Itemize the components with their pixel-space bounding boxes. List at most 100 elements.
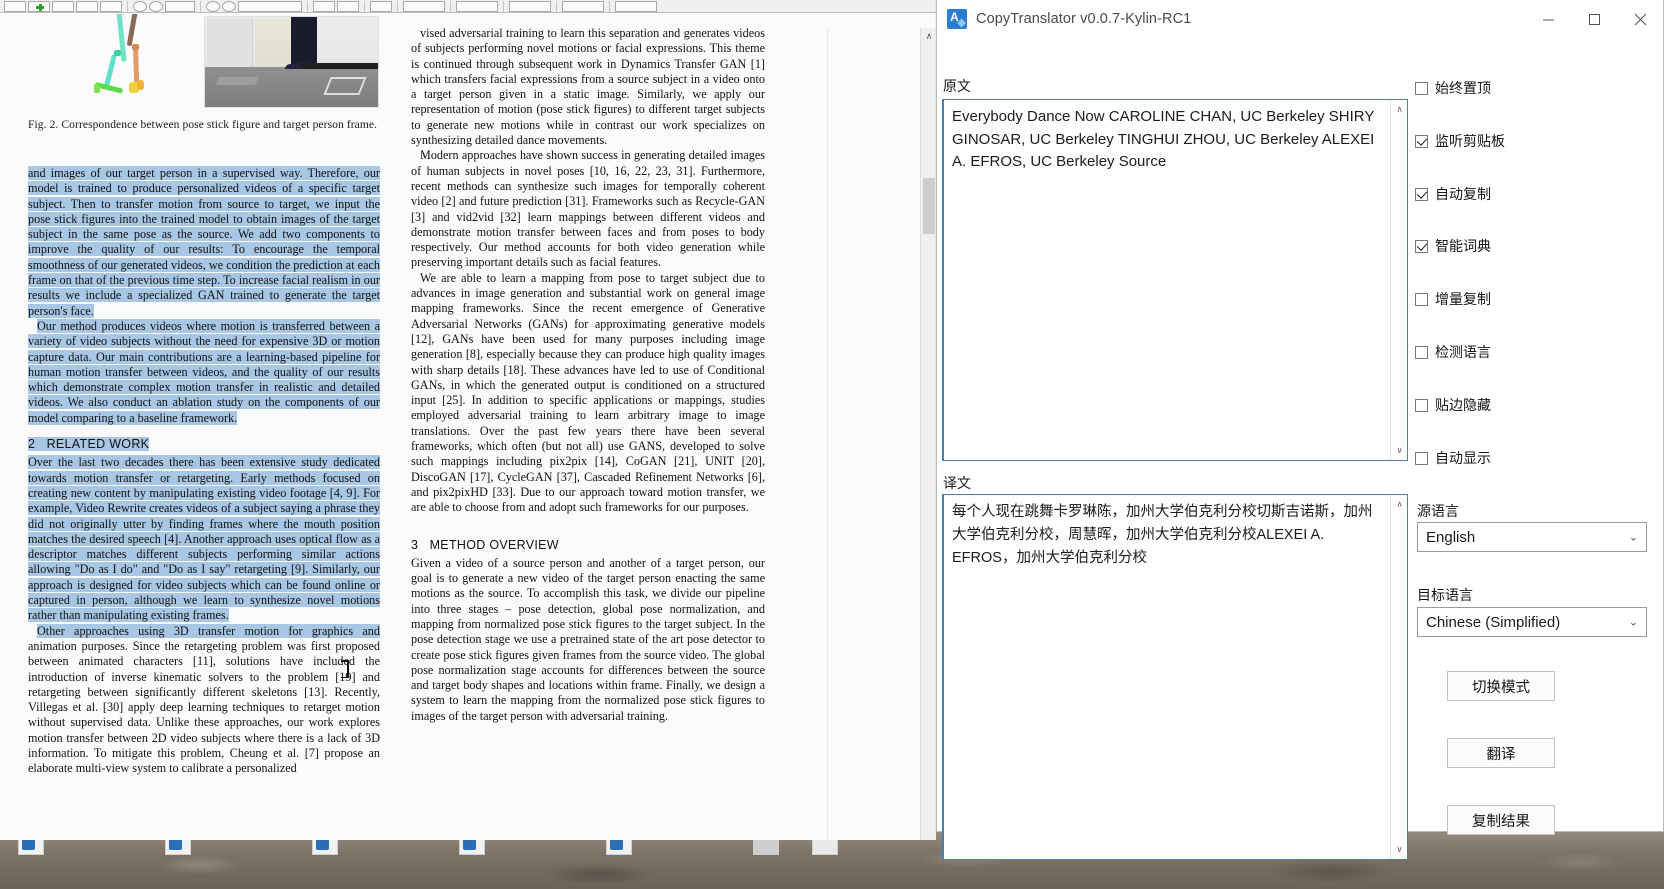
copytranslator-icon	[947, 8, 967, 29]
window-title: CopyTranslator v0.0.7-Kylin-RC1	[976, 10, 1192, 27]
scroll-up-arrow-icon[interactable]: ∧	[921, 28, 936, 44]
checkbox-icon[interactable]	[1415, 345, 1428, 359]
scroll-up-arrow-icon[interactable]: ∧	[1391, 101, 1407, 118]
checkbox-icon[interactable]	[1415, 81, 1428, 95]
pdf-vertical-scrollbar[interactable]: ∧ ∨	[920, 28, 936, 840]
figure-2	[24, 14, 384, 110]
option-always-on-top[interactable]: 始终置顶	[1415, 78, 1491, 98]
fit-page-icon[interactable]	[100, 0, 122, 12]
toolbar-extra-d[interactable]	[562, 0, 604, 12]
checkbox-checked-icon[interactable]	[1415, 239, 1428, 253]
close-icon[interactable]	[1617, 0, 1663, 38]
target-language-select[interactable]: Chinese (Simplified) ⌄	[1417, 607, 1647, 637]
toolbar-extra-b[interactable]	[456, 0, 498, 12]
snapshot-icon[interactable]	[370, 0, 392, 12]
source-text-label: 原文	[943, 78, 971, 94]
minimize-icon[interactable]	[1525, 0, 1571, 38]
scroll-up-arrow-icon[interactable]: ∧	[1391, 496, 1407, 513]
toolbar-divider	[364, 0, 365, 12]
save-icon[interactable]	[4, 0, 26, 12]
source-language-select[interactable]: English ⌄	[1417, 522, 1647, 552]
section-heading: 2 RELATED WORK	[28, 437, 380, 452]
option-label: 智能词典	[1435, 238, 1491, 254]
checkbox-icon[interactable]	[1415, 292, 1428, 306]
option-auto-copy[interactable]: 自动复制	[1415, 184, 1491, 204]
copy-result-button[interactable]: 复制结果	[1447, 805, 1555, 835]
maximize-icon[interactable]	[1571, 0, 1617, 38]
target-textarea[interactable]: 每个人现在跳舞卡罗琳陈，加州大学伯克利分校切斯吉诺斯，加州大学伯克利分校，周慧晖…	[942, 494, 1408, 860]
target-text-label: 译文	[943, 475, 971, 491]
toolbar-divider	[556, 0, 557, 12]
option-edge-hide[interactable]: 贴边隐藏	[1415, 395, 1491, 415]
zoom-in-icon[interactable]	[222, 0, 236, 12]
toolbar-divider	[127, 0, 128, 12]
paragraph: Our method produces videos where motion …	[28, 318, 380, 426]
checkbox-icon[interactable]	[1415, 398, 1428, 412]
rotate-right-icon[interactable]	[149, 0, 163, 12]
paragraph: vised adversarial training to learn this…	[411, 26, 765, 148]
zoom-out-icon[interactable]	[206, 0, 220, 12]
option-label: 检测语言	[1435, 344, 1491, 360]
switch-mode-button[interactable]: 切换模式	[1447, 671, 1555, 701]
checkbox-checked-icon[interactable]	[1415, 187, 1428, 201]
option-listen-clipboard[interactable]: 监听剪贴板	[1415, 131, 1505, 151]
toolbar-extra-e[interactable]	[615, 0, 657, 12]
checkbox-checked-icon[interactable]	[1415, 134, 1428, 148]
page-number-field[interactable]	[165, 0, 195, 12]
selected-text: Other approaches using 3D transfer motio…	[37, 623, 380, 638]
target-scrollbar[interactable]: ∧ ∨	[1390, 495, 1407, 859]
option-label: 自动复制	[1435, 186, 1491, 202]
add-icon[interactable]	[28, 0, 50, 12]
keyboard-icon[interactable]	[52, 0, 74, 12]
scrollbar-thumb[interactable]	[923, 178, 935, 234]
select-tool-icon[interactable]	[337, 0, 359, 12]
selected-text: Our method produces videos where motion …	[28, 318, 380, 425]
target-text-value: 每个人现在跳舞卡罗琳陈，加州大学伯克利分校切斯吉诺斯，加州大学伯克利分校，周慧晖…	[952, 504, 1373, 566]
zoom-level-field[interactable]	[238, 0, 302, 12]
chevron-down-icon[interactable]: ⌄	[1629, 531, 1638, 544]
paragraph: and images of our target person in a sup…	[28, 166, 380, 319]
target-person-frame-photo	[204, 16, 379, 108]
toolbar-divider	[200, 0, 201, 12]
scroll-down-arrow-icon[interactable]: ∨	[921, 838, 936, 840]
translate-button[interactable]: 翻译	[1447, 738, 1555, 768]
option-label: 自动显示	[1435, 450, 1491, 466]
source-language-label: 源语言	[1417, 503, 1459, 519]
paragraph: Given a video of a source person and ano…	[411, 555, 765, 723]
pan-tool-icon[interactable]	[313, 0, 335, 12]
source-textarea[interactable]: Everybody Dance Now CAROLINE CHAN, UC Be…	[942, 99, 1408, 461]
paragraph: Over the last two decades there has been…	[28, 455, 380, 623]
print-icon[interactable]	[76, 0, 98, 12]
pdf-left-column: and images of our target person in a sup…	[28, 166, 380, 777]
option-detect-language[interactable]: 检测语言	[1415, 342, 1491, 362]
options-panel: 始终置顶 监听剪贴板 自动复制 智能词典 增量复制 检测语言 贴边隐藏 自动显示…	[1415, 38, 1664, 835]
titlebar[interactable]: CopyTranslator v0.0.7-Kylin-RC1	[937, 0, 1663, 38]
pdf-reader-window: Fig. 2. Correspondence between pose stic…	[0, 0, 936, 840]
scroll-down-arrow-icon[interactable]: ∨	[1391, 442, 1407, 459]
rotate-left-icon[interactable]	[133, 0, 147, 12]
option-auto-show[interactable]: 自动显示	[1415, 448, 1491, 468]
option-smart-dictionary[interactable]: 智能词典	[1415, 236, 1491, 256]
scroll-down-arrow-icon[interactable]: ∨	[1391, 841, 1407, 858]
section-title: METHOD OVERVIEW	[429, 537, 559, 552]
paragraph: We are able to learn a mapping from pose…	[411, 270, 765, 515]
option-label: 贴边隐藏	[1435, 397, 1491, 413]
paragraph-text: animation purposes. Since the retargetin…	[28, 638, 380, 776]
toolbar-extra-c[interactable]	[509, 0, 551, 12]
section-number: 3	[411, 537, 419, 552]
pdf-toolbar	[0, 0, 936, 13]
toolbar-divider	[450, 0, 451, 12]
pdf-page-canvas[interactable]: Fig. 2. Correspondence between pose stic…	[0, 14, 936, 840]
chevron-down-icon[interactable]: ⌄	[1629, 616, 1638, 629]
section-heading: 3 METHOD OVERVIEW	[411, 538, 765, 553]
window-controls	[1525, 0, 1663, 38]
checkbox-icon[interactable]	[1415, 451, 1428, 465]
option-incremental-copy[interactable]: 增量复制	[1415, 289, 1491, 309]
toolbar-extra-a[interactable]	[403, 0, 445, 12]
toolbar-divider	[397, 0, 398, 12]
section-title: RELATED WORK	[46, 437, 150, 452]
source-scrollbar[interactable]: ∧ ∨	[1390, 100, 1407, 460]
option-label: 增量复制	[1435, 291, 1491, 307]
text-ibeam-cursor	[341, 660, 349, 678]
selected-text: Over the last two decades there has been…	[28, 455, 380, 623]
